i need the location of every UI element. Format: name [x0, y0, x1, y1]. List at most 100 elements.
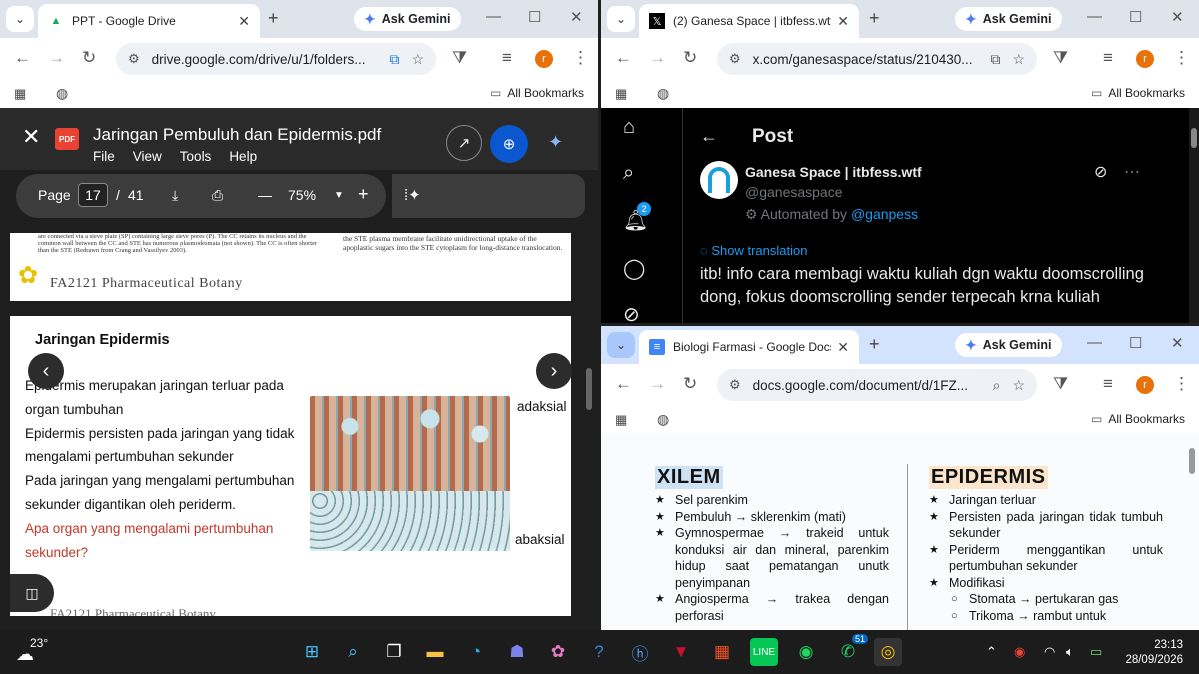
minimize-icon[interactable]: — [1087, 334, 1102, 351]
bookmark-star-icon[interactable]: ☆ [411, 51, 424, 68]
whatsapp-icon[interactable]: ✆ 51 [834, 634, 868, 666]
site-info-icon[interactable]: ⚙ [128, 51, 140, 67]
ai-spark-icon[interactable]: ⁞✦ [404, 186, 421, 204]
minimize-icon[interactable]: — [1087, 8, 1102, 25]
scrollbar[interactable] [586, 368, 592, 410]
media-icon[interactable]: ≡ [502, 48, 512, 68]
automated-by-link[interactable]: @ganpess [851, 206, 918, 222]
side-panel-toggle-icon[interactable]: ◫ [10, 574, 54, 612]
back-icon[interactable]: ← [615, 48, 632, 68]
site-info-icon[interactable]: ⚙ [729, 377, 741, 393]
copilot-icon[interactable]: ✿ [544, 638, 572, 666]
clock[interactable]: 23:13 28/09/2026 [1125, 638, 1183, 668]
scrollbar[interactable] [1189, 108, 1199, 323]
menu-icon[interactable]: ⋮ [1173, 374, 1190, 394]
avatar[interactable]: r [535, 50, 553, 68]
address-bar[interactable]: ⚙ docs.google.com/document/d/1FZ... ⌕ ☆ [717, 369, 1037, 401]
grok-icon[interactable]: ⊘ [623, 302, 640, 323]
next-page-button[interactable]: › [536, 353, 572, 389]
reload-icon[interactable]: ↻ [82, 48, 96, 68]
address-bar[interactable]: ⚙ drive.google.com/drive/u/1/folders... … [116, 43, 436, 75]
reload-icon[interactable]: ↻ [683, 374, 697, 394]
volume-icon[interactable]: 🔈︎ [1066, 644, 1074, 660]
menu-help[interactable]: Help [229, 149, 257, 164]
tab-search-button[interactable]: ⌄ [607, 6, 635, 32]
globe-icon[interactable]: ◍ [56, 85, 68, 102]
edge-icon[interactable]: ◔ [462, 638, 490, 666]
spotify-icon[interactable]: ◉ [792, 638, 820, 666]
menu-file[interactable]: File [93, 149, 115, 164]
menu-view[interactable]: View [133, 149, 162, 164]
mcafee-icon[interactable]: ▼ [667, 638, 695, 666]
reload-icon[interactable]: ↻ [683, 48, 697, 68]
avatar[interactable]: r [1136, 376, 1154, 394]
close-tab-icon[interactable]: ✕ [837, 339, 849, 356]
help-icon[interactable]: ? [585, 638, 613, 666]
store-icon[interactable]: ▦ [708, 638, 736, 666]
bookmark-star-icon[interactable]: ☆ [1012, 377, 1025, 394]
menu-icon[interactable]: ⋮ [572, 48, 589, 68]
chrome-icon[interactable]: ◎ [874, 638, 902, 666]
back-icon[interactable]: ← [14, 48, 31, 68]
new-tab-button[interactable]: + [268, 8, 279, 29]
back-icon[interactable]: ← [615, 374, 632, 394]
zoom-icon[interactable]: ⌕ [993, 377, 1001, 394]
close-icon[interactable]: ✕ [22, 124, 40, 150]
menu-icon[interactable]: ⋮ [1173, 48, 1190, 68]
ask-gemini-button[interactable]: ✦ Ask Gemini [955, 333, 1062, 357]
maximize-icon[interactable]: ☐ [1129, 334, 1142, 352]
previous-page-button[interactable]: ‹ [28, 353, 64, 389]
bookmark-star-icon[interactable]: ☆ [1012, 51, 1025, 68]
start-icon[interactable]: ⊞ [298, 638, 326, 666]
forward-icon[interactable]: → [48, 48, 65, 68]
maximize-icon[interactable]: ☐ [1129, 8, 1142, 26]
line-icon[interactable]: LINE [750, 638, 778, 666]
install-icon[interactable]: ⧉ [990, 51, 1000, 68]
more-options-icon[interactable]: ⋯ [1124, 162, 1140, 182]
all-bookmarks[interactable]: ▭ All Bookmarks [1091, 86, 1185, 100]
print-icon[interactable]: ⎙ [212, 187, 223, 204]
zoom-level[interactable]: 75% [288, 187, 316, 203]
new-tab-button[interactable]: + [869, 334, 880, 355]
teams-icon[interactable]: ☗ [503, 638, 531, 666]
zoom-dropdown-icon[interactable]: ▼ [334, 190, 344, 201]
search-icon[interactable]: ⌕ [339, 638, 367, 666]
globe-icon[interactable]: ◍ [657, 85, 669, 102]
globe-icon[interactable]: ◍ [657, 411, 669, 428]
extensions-icon[interactable]: ⧩ [1053, 374, 1068, 394]
tab-search-button[interactable]: ⌄ [607, 332, 635, 358]
apps-icon[interactable]: ▦ [615, 412, 627, 428]
messages-icon[interactable]: ◯ [623, 256, 645, 281]
menu-tools[interactable]: Tools [180, 149, 212, 164]
apps-icon[interactable]: ▦ [615, 86, 627, 102]
ask-gemini-button[interactable]: ✦ Ask Gemini [955, 7, 1062, 31]
zoom-in-icon[interactable]: + [358, 184, 369, 205]
apps-icon[interactable]: ▦ [14, 86, 26, 102]
ask-gemini-button[interactable]: ✦ Ask Gemini [354, 7, 461, 31]
file-explorer-icon[interactable]: ▬ [421, 638, 449, 666]
grok-explain-icon[interactable]: ⊘ [1094, 162, 1107, 182]
close-window-icon[interactable]: ✕ [570, 8, 583, 26]
close-tab-icon[interactable]: ✕ [837, 13, 849, 30]
gemini-icon[interactable]: ✦ [548, 132, 563, 153]
address-bar[interactable]: ⚙ x.com/ganesaspace/status/210430... ⧉ ☆ [717, 43, 1037, 75]
scrollbar[interactable] [1189, 448, 1195, 474]
all-bookmarks[interactable]: ▭ All Bookmarks [490, 86, 584, 100]
hp-icon[interactable]: ⓗ [626, 638, 654, 666]
show-hidden-icons-icon[interactable]: ⌃ [986, 644, 997, 660]
forward-icon[interactable]: → [649, 48, 666, 68]
install-icon[interactable]: ⧉ [389, 51, 399, 68]
page-number-input[interactable]: 17 [78, 183, 108, 207]
close-window-icon[interactable]: ✕ [1171, 8, 1184, 26]
show-translation-link[interactable]: ◌ Show translation [700, 243, 807, 258]
security-icon[interactable]: ◉ [1014, 644, 1025, 660]
author-handle[interactable]: @ganesaspace [745, 184, 843, 200]
avatar[interactable]: r [1136, 50, 1154, 68]
tab-search-button[interactable]: ⌄ [6, 6, 34, 32]
media-icon[interactable]: ≡ [1103, 48, 1113, 68]
home-icon[interactable]: ⌂ [623, 116, 635, 139]
zoom-out-icon[interactable]: — [258, 187, 272, 203]
minimize-icon[interactable]: — [486, 8, 501, 25]
wifi-icon[interactable]: ◠ [1044, 644, 1055, 660]
all-bookmarks[interactable]: ▭ All Bookmarks [1091, 412, 1185, 426]
